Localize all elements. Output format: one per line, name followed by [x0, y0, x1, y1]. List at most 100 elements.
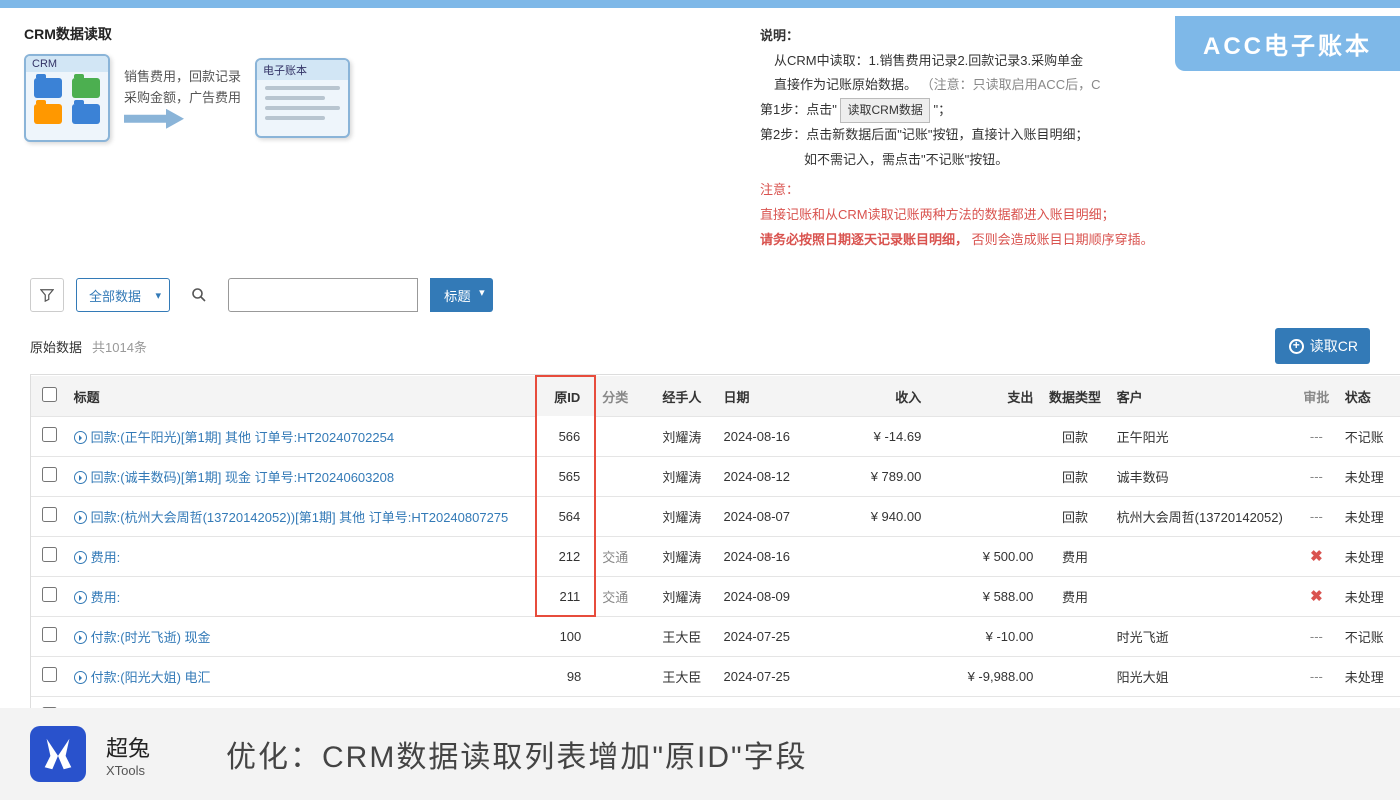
- search-input[interactable]: [228, 278, 418, 312]
- count-value: 共1014条: [92, 337, 147, 356]
- cell-person: 刘耀涛: [656, 496, 717, 536]
- footer-headline: 优化：CRM数据读取列表增加"原ID"字段: [226, 732, 808, 776]
- col-person[interactable]: 经手人: [656, 376, 717, 416]
- diagram: CRM 销售费用，回款记录 采购金额，广告费用 电子账本: [24, 54, 716, 142]
- cell-status: 未处理: [1339, 656, 1400, 696]
- cell-cat: [595, 616, 656, 656]
- cell-type: 回款: [1039, 416, 1110, 456]
- row-checkbox[interactable]: [42, 427, 57, 442]
- col-cat[interactable]: 分类: [595, 376, 656, 416]
- row-title-link[interactable]: 回款:(诚丰数码)[第1期] 现金 订单号:HT20240603208: [74, 470, 394, 485]
- cell-id: 565: [536, 456, 595, 496]
- crm-box: CRM: [24, 54, 110, 142]
- col-customer[interactable]: 客户: [1111, 376, 1294, 416]
- read-crm-button[interactable]: 读取CR: [1275, 328, 1370, 364]
- instr-line1: 从CRM中读取：1.销售费用记录2.回款记录3.采购单金: [774, 53, 1083, 68]
- search-icon-button[interactable]: [182, 278, 216, 312]
- row-title-link[interactable]: 回款:(正午阳光)[第1期] 其他 订单号:HT20240702254: [74, 430, 394, 445]
- table-row: 回款:(正午阳光)[第1期] 其他 订单号:HT20240702254 566 刘耀…: [31, 416, 1400, 456]
- cell-status: 未处理: [1339, 536, 1400, 576]
- cell-income: [815, 616, 927, 656]
- table-row: 费用:211交通刘耀涛2024-08-09¥ 588.00费用✖未处理: [31, 576, 1400, 616]
- row-title-link[interactable]: 付款:(阳光大姐) 电汇: [74, 670, 211, 685]
- cell-person: 刘耀涛: [656, 416, 717, 456]
- row-checkbox[interactable]: [42, 667, 57, 682]
- arrow-right-icon: [74, 551, 87, 564]
- step2-b: 如不需记入，需点击"不记账"按钮。: [760, 148, 1380, 173]
- cell-type: 回款: [1039, 496, 1110, 536]
- count-row: 原始数据 共1014条 读取CR: [0, 322, 1400, 370]
- cell-income: ¥ 789.00: [815, 456, 927, 496]
- row-checkbox[interactable]: [42, 627, 57, 642]
- cell-customer: [1111, 576, 1294, 616]
- filter-icon-button[interactable]: [30, 278, 64, 312]
- col-expense[interactable]: 支出: [927, 376, 1039, 416]
- cell-type: [1039, 616, 1110, 656]
- row-checkbox[interactable]: [42, 547, 57, 562]
- cell-expense: ¥ 588.00: [927, 576, 1039, 616]
- select-all-checkbox[interactable]: [42, 387, 57, 402]
- col-income[interactable]: 收入: [815, 376, 927, 416]
- cell-cat: [595, 496, 656, 536]
- cell-approval: ✖: [1294, 576, 1339, 616]
- cell-approval: ---: [1294, 416, 1339, 456]
- table-row: 回款:(杭州大会周哲(13720142052))[第1期] 其他 订单号:HT2…: [31, 496, 1400, 536]
- table-row: 付款:(时光飞逝) 现金100王大臣2024-07-25¥ -10.00时光飞逝…: [31, 616, 1400, 656]
- row-checkbox[interactable]: [42, 587, 57, 602]
- cell-expense: ¥ -9,988.00: [927, 656, 1039, 696]
- cell-income: ¥ 940.00: [815, 496, 927, 536]
- reject-icon[interactable]: ✖: [1310, 588, 1323, 605]
- cell-date: 2024-08-16: [718, 416, 816, 456]
- col-status[interactable]: 状态: [1339, 376, 1400, 416]
- cell-id: 566: [536, 416, 595, 456]
- warn-2a: 请务必按照日期逐天记录账目明细，: [760, 232, 968, 247]
- cell-customer: 诚丰数码: [1111, 456, 1294, 496]
- row-title-link[interactable]: 回款:(杭州大会周哲(13720142052))[第1期] 其他 订单号:HT2…: [74, 510, 509, 525]
- cell-type: 费用: [1039, 576, 1110, 616]
- top-border: [0, 0, 1400, 8]
- col-id[interactable]: 原ID: [536, 376, 595, 416]
- row-title-link[interactable]: 费用:: [74, 550, 121, 565]
- cell-id: 98: [536, 656, 595, 696]
- cell-status: 不记账: [1339, 616, 1400, 656]
- cell-type: 费用: [1039, 536, 1110, 576]
- cell-date: 2024-08-09: [718, 576, 816, 616]
- col-approval[interactable]: 审批: [1294, 376, 1339, 416]
- ledger-lines: [265, 86, 340, 120]
- read-crm-inline-button[interactable]: 读取CRM数据: [840, 98, 929, 123]
- brand-text: 超兔 XTools: [106, 731, 150, 778]
- cell-type: 回款: [1039, 456, 1110, 496]
- row-title-link[interactable]: 费用:: [74, 590, 121, 605]
- data-filter-select[interactable]: 全部数据: [76, 278, 170, 312]
- folder-icon: [34, 78, 62, 98]
- cell-cat: [595, 656, 656, 696]
- cell-id: 100: [536, 616, 595, 656]
- col-title[interactable]: 标题: [68, 376, 537, 416]
- table-row: 回款:(诚丰数码)[第1期] 现金 订单号:HT20240603208565刘耀…: [31, 456, 1400, 496]
- instr-title: 说明：: [760, 28, 799, 43]
- reject-icon[interactable]: ✖: [1310, 548, 1323, 565]
- cell-customer: 正午阳光: [1111, 416, 1294, 456]
- plus-circle-icon: [1289, 339, 1304, 354]
- ledger-box: 电子账本: [255, 58, 350, 138]
- col-type[interactable]: 数据类型: [1039, 376, 1110, 416]
- header: CRM数据读取 CRM 销售费用，回款记录 采购金额，广告费用 电子账本 说明：…: [0, 8, 1400, 268]
- ledger-box-title: 电子账本: [257, 60, 348, 80]
- row-checkbox[interactable]: [42, 507, 57, 522]
- row-title-link[interactable]: 付款:(时光飞逝) 现金: [74, 630, 211, 645]
- col-date[interactable]: 日期: [718, 376, 816, 416]
- cell-approval: ---: [1294, 656, 1339, 696]
- cell-approval: ---: [1294, 616, 1339, 656]
- step1-a: 第1步：点击": [760, 102, 837, 117]
- acc-tab: ACC电子账本: [1175, 16, 1400, 71]
- diagram-text-1: 销售费用，回款记录: [124, 67, 241, 88]
- cell-date: 2024-08-16: [718, 536, 816, 576]
- filter-select-label: 全部数据: [89, 286, 141, 305]
- cell-status: 未处理: [1339, 576, 1400, 616]
- arrow-right-icon: [74, 591, 87, 604]
- cell-date: 2024-07-25: [718, 656, 816, 696]
- row-checkbox[interactable]: [42, 467, 57, 482]
- search-type-select[interactable]: 标题: [430, 278, 493, 312]
- funnel-icon: [40, 288, 54, 302]
- search-icon: [191, 287, 207, 303]
